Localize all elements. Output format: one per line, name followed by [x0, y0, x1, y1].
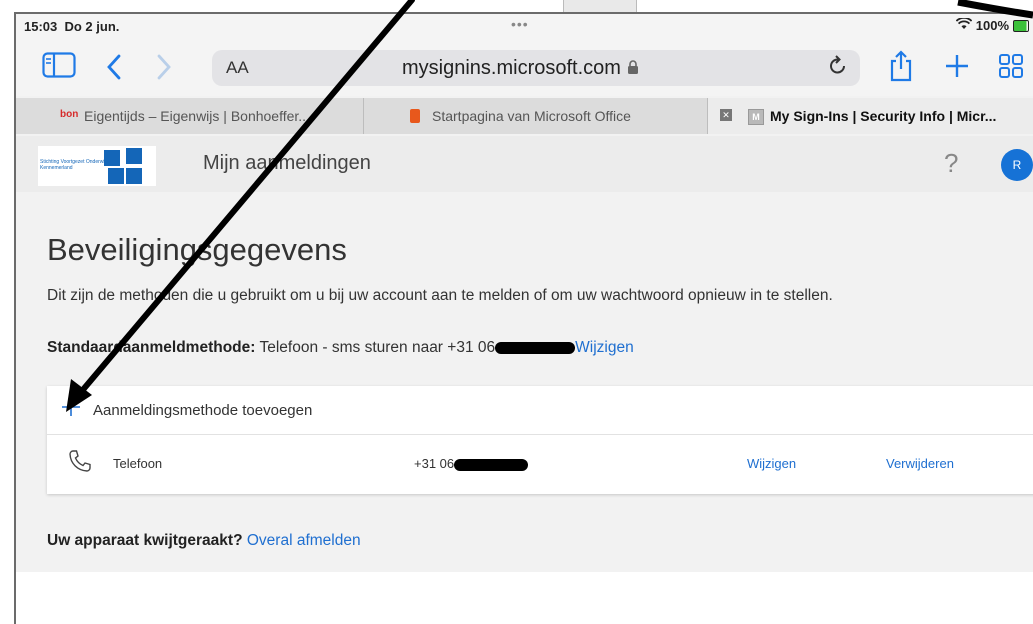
logo-text: Stichting Voortgezet Onderwijs Kennemerl…	[40, 159, 109, 171]
add-method-button[interactable]: Aanmeldingsmethode toevoegen	[47, 386, 1033, 435]
address-bar[interactable]: AA mysignins.microsoft.com	[212, 50, 860, 86]
tab-label: Eigentijds – Eigenwijs | Bonhoeffer...	[84, 108, 310, 124]
tab-bonhoeffer[interactable]: bon Eigentijds – Eigenwijs | Bonhoeffer.…	[16, 98, 364, 134]
browser-toolbar: AA mysignins.microsoft.com	[16, 40, 1033, 96]
redaction-mark	[454, 458, 529, 471]
method-number: +31 06	[414, 456, 529, 471]
phone-icon	[67, 448, 93, 479]
security-info-main: Beveiligingsgegevens Dit zijn de methode…	[16, 192, 1033, 572]
default-method: Standaardaanmeldmethode: Telefoon - sms …	[47, 339, 634, 357]
help-icon[interactable]: ?	[944, 148, 958, 179]
redaction-mark	[495, 341, 576, 354]
reload-icon[interactable]	[828, 54, 848, 82]
multitask-dots[interactable]: •••	[511, 16, 529, 32]
sign-out-everywhere-link[interactable]: Overal afmelden	[247, 532, 361, 549]
top-strip	[0, 0, 1033, 12]
lost-device: Uw apparaat kwijtgeraakt? Overal afmelde…	[47, 532, 361, 550]
add-method-label: Aanmeldingsmethode toevoegen	[93, 402, 313, 419]
page-header: Stichting Voortgezet Onderwijs Kennemerl…	[16, 136, 1033, 192]
status-right: 100%	[955, 17, 1029, 33]
method-delete-link[interactable]: Verwijderen	[886, 456, 954, 471]
sidebar-icon[interactable]	[42, 52, 76, 83]
forward-icon[interactable]	[156, 54, 172, 85]
text-size-button[interactable]: AA	[226, 58, 249, 78]
url-text: mysignins.microsoft.com	[402, 57, 639, 80]
tab-label: Startpagina van Microsoft Office	[432, 108, 631, 124]
tab-bar: bon Eigentijds – Eigenwijs | Bonhoeffer.…	[16, 98, 1033, 134]
method-name: Telefoon	[113, 456, 163, 471]
share-icon[interactable]	[888, 50, 914, 87]
office-icon	[410, 109, 420, 123]
method-change-link[interactable]: Wijzigen	[747, 456, 796, 471]
back-icon[interactable]	[106, 54, 122, 85]
default-method-change-link[interactable]: Wijzigen	[575, 339, 634, 356]
avatar[interactable]: R	[1001, 149, 1033, 181]
method-row: Telefoon +31 06 Wijzigen Verwijderen	[47, 435, 1033, 493]
ipad-screen: 15:03 Do 2 jun. ••• 100% AA mysignins.mi…	[14, 12, 1033, 624]
close-tab-icon[interactable]: ✕	[720, 109, 732, 121]
methods-card: Aanmeldingsmethode toevoegen Telefoon +3…	[47, 386, 1033, 494]
ms-favicon: M	[748, 109, 764, 125]
page-title: Mijn aanmeldingen	[203, 152, 371, 174]
wifi-icon	[955, 17, 972, 33]
top-notch	[563, 0, 637, 12]
tab-office[interactable]: Startpagina van Microsoft Office	[364, 98, 708, 134]
lost-device-question: Uw apparaat kwijtgeraakt?	[47, 532, 243, 549]
battery-percentage: 100%	[975, 18, 1009, 33]
page-description: Dit zijn de methoden die u gebruikt om u…	[47, 287, 833, 304]
page-heading: Beveiligingsgegevens	[47, 232, 347, 267]
lock-icon	[627, 57, 639, 79]
default-method-value: Telefoon - sms sturen naar +31 06	[259, 339, 496, 356]
tab-label: My Sign-Ins | Security Info | Micr...	[770, 108, 997, 124]
default-method-label: Standaardaanmeldmethode:	[47, 339, 256, 356]
bon-favicon: bon	[60, 109, 79, 120]
status-bar: 15:03 Do 2 jun. ••• 100%	[16, 14, 1033, 40]
page-footer-area	[16, 572, 1033, 624]
new-tab-icon[interactable]	[944, 53, 970, 84]
plus-icon	[61, 394, 81, 425]
battery-icon	[1013, 19, 1029, 32]
status-time: 15:03 Do 2 jun.	[24, 19, 120, 34]
tab-my-sign-ins[interactable]: ✕ M My Sign-Ins | Security Info | Micr..…	[708, 98, 1033, 134]
tab-overview-icon[interactable]	[998, 53, 1024, 84]
organization-logo: Stichting Voortgezet Onderwijs Kennemerl…	[38, 146, 156, 186]
